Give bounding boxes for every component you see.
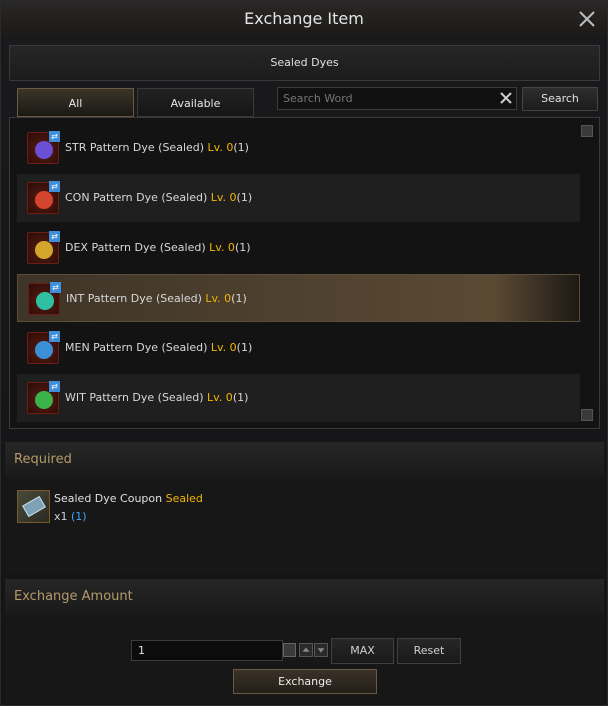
search-button[interactable]: Search [522, 87, 598, 111]
potion-icon [35, 241, 53, 259]
item-level: Lv. 0 [207, 141, 234, 154]
exchange-badge-icon: ⇄ [49, 231, 60, 242]
item-count: (1) [233, 141, 249, 154]
close-icon[interactable] [577, 9, 597, 29]
tab-all[interactable]: All [17, 88, 134, 117]
dye-icon: ⇄ [27, 381, 60, 414]
item-count: (1) [234, 241, 251, 254]
item-name: INT Pattern Dye (Sealed) [66, 292, 202, 305]
dye-icon: ⇄ [28, 282, 61, 315]
potion-icon [35, 141, 53, 159]
potion-icon [35, 191, 53, 209]
exchange-button[interactable]: Exchange [233, 669, 377, 694]
list-item[interactable]: ⇄ CON Pattern Dye (Sealed) Lv. 0(1) [17, 174, 580, 222]
required-item-tag: Sealed [165, 492, 203, 505]
tab-available[interactable]: Available [137, 88, 254, 117]
scroll-up-button[interactable] [581, 125, 593, 137]
max-button[interactable]: MAX [331, 638, 394, 664]
decrement-icon[interactable] [314, 643, 328, 657]
list-item[interactable]: ⇄ WIT Pattern Dye (Sealed) Lv. 0(1) [17, 374, 580, 422]
amount-heading: Exchange Amount [5, 579, 604, 615]
required-item-name: Sealed Dye Coupon [54, 492, 163, 505]
item-name: MEN Pattern Dye (Sealed) [65, 341, 208, 354]
item-count: (1) [232, 391, 249, 404]
exchange-badge-icon: ⇄ [49, 181, 60, 192]
required-heading: Required [5, 442, 604, 478]
item-level: Lv. 0 [210, 341, 237, 354]
item-name: WIT Pattern Dye (Sealed) [65, 391, 204, 404]
calculator-icon[interactable] [283, 643, 296, 657]
amount-input[interactable] [131, 640, 283, 661]
owned-quantity: (1) [71, 510, 87, 523]
item-level: Lv. 0 [209, 241, 235, 254]
exchange-badge-icon: ⇄ [49, 131, 60, 142]
exchange-window: Exchange Item Sealed Dyes All Available … [0, 0, 608, 706]
reset-button[interactable]: Reset [397, 638, 461, 664]
list-item[interactable]: ⇄ STR Pattern Dye (Sealed) Lv. 0(1) [17, 124, 580, 172]
list-item-selected[interactable]: ⇄ INT Pattern Dye (Sealed) Lv. 0(1) [17, 274, 580, 322]
item-name: DEX Pattern Dye (Sealed) [65, 241, 206, 254]
potion-icon [35, 341, 53, 359]
item-level: Lv. 0 [210, 191, 237, 204]
category-header: Sealed Dyes [9, 45, 600, 81]
search-input[interactable] [277, 87, 517, 110]
potion-icon [35, 391, 53, 409]
coupon-icon [17, 490, 50, 523]
item-count: (1) [231, 292, 247, 305]
dye-icon: ⇄ [27, 131, 60, 164]
required-quantity: x1 [54, 510, 68, 523]
title-bar: Exchange Item [1, 1, 607, 39]
clear-search-icon[interactable] [499, 91, 513, 105]
item-count: (1) [236, 341, 253, 354]
dye-icon: ⇄ [27, 181, 60, 214]
item-level: Lv. 0 [207, 391, 233, 404]
item-name: STR Pattern Dye (Sealed) [65, 141, 205, 154]
exchange-badge-icon: ⇄ [49, 331, 60, 342]
dye-icon: ⇄ [27, 331, 60, 364]
item-name: CON Pattern Dye (Sealed) [65, 191, 208, 204]
window-title: Exchange Item [244, 9, 364, 28]
increment-icon[interactable] [299, 643, 313, 657]
item-level: Lv. 0 [205, 292, 232, 305]
list-item[interactable]: ⇄ MEN Pattern Dye (Sealed) Lv. 0(1) [17, 324, 580, 372]
exchange-badge-icon: ⇄ [49, 381, 60, 392]
dye-icon: ⇄ [27, 231, 60, 264]
ticket-icon [22, 495, 46, 518]
scroll-down-button[interactable] [581, 409, 593, 421]
potion-icon [36, 292, 54, 310]
item-count: (1) [236, 191, 253, 204]
list-item[interactable]: ⇄ DEX Pattern Dye (Sealed) Lv. 0(1) [17, 224, 580, 272]
exchange-badge-icon: ⇄ [50, 282, 61, 293]
